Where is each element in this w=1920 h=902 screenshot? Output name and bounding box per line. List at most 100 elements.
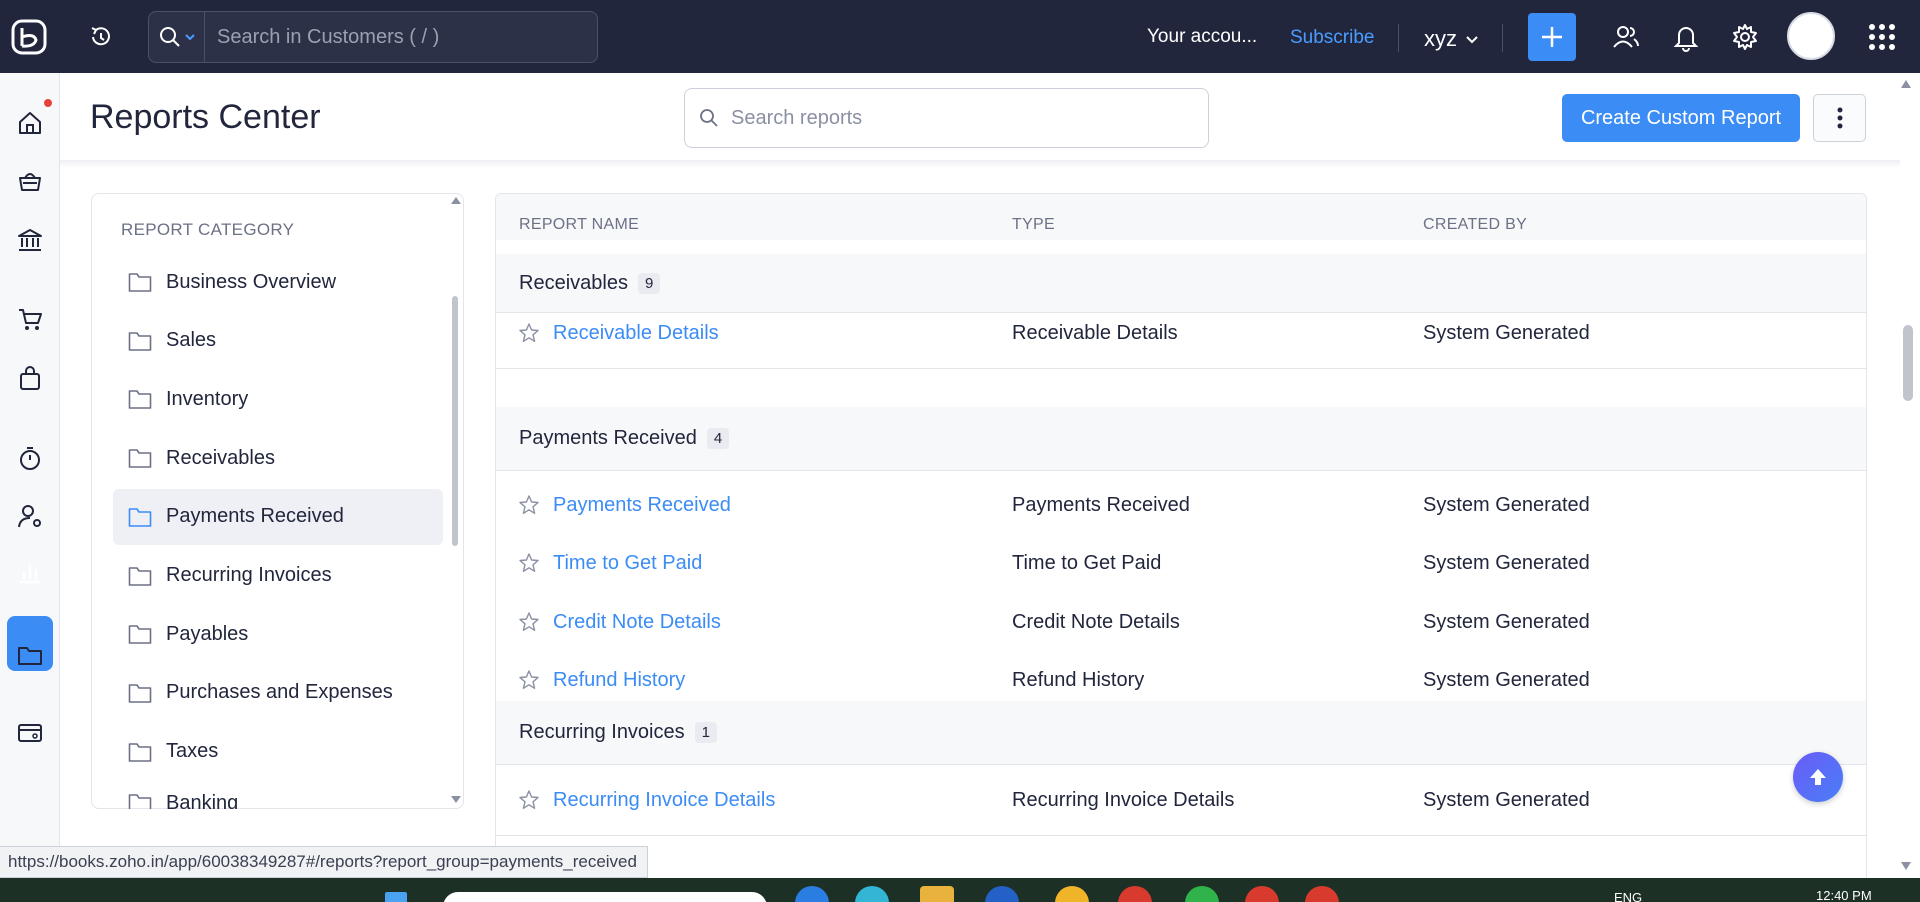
report-name-link[interactable]: Time to Get Paid [553,552,702,575]
more-options-button[interactable] [1813,94,1866,142]
favorite-star-icon[interactable] [518,552,540,574]
scroll-down-arrow-icon[interactable] [451,796,461,803]
category-item[interactable]: Payables [113,606,443,662]
org-switcher[interactable]: xyz [1424,26,1479,52]
taskbar-app-icon[interactable] [1118,886,1152,902]
favorite-star-icon[interactable] [518,789,540,811]
taskbar-app-icon[interactable] [1055,886,1089,902]
search-scope-dropdown[interactable] [149,12,205,62]
taskbar-folder-icon[interactable] [920,886,954,902]
bell-icon[interactable] [1671,22,1701,52]
kebab-menu-icon [1837,107,1842,129]
scroll-up-arrow-icon[interactable] [451,197,461,204]
documents-folder-icon[interactable] [14,639,46,671]
account-status-text[interactable]: Your accou... [1147,26,1257,48]
page-scroll-up-icon[interactable] [1901,80,1911,88]
category-item-label: Business Overview [166,270,337,293]
favorite-star-icon[interactable] [518,669,540,691]
notification-dot [44,99,52,107]
report-group-header: Payments Received 4 [496,407,1866,471]
gear-icon[interactable] [1730,22,1760,52]
favorite-star-icon[interactable] [518,494,540,516]
taskbar-clock[interactable]: 12:40 PM [1816,888,1872,902]
divider [1502,24,1503,52]
category-item[interactable]: Payments Received [113,488,443,545]
books-logo-icon[interactable] [10,18,48,56]
category-item-label: Purchases and Expenses [166,681,393,704]
category-item[interactable]: Inventory [113,371,443,427]
quick-create-button[interactable] [1528,13,1576,61]
global-search-input[interactable]: Search in Customers ( / ) [205,26,439,49]
page-scrollbar-track[interactable] [1900,75,1920,880]
taskbar-app-icon[interactable] [1185,886,1219,902]
page-scroll-down-icon[interactable] [1901,862,1911,870]
search-icon [159,27,180,47]
taskbar-language[interactable]: ENG [1614,890,1642,902]
report-search-input[interactable]: Search reports [731,107,862,130]
folder-icon [128,625,152,644]
category-item[interactable]: Sales [113,313,443,369]
folder-icon [128,390,152,410]
report-group-header: Receivables 9 [496,254,1866,313]
favorite-star-icon[interactable] [518,322,540,344]
report-name-link[interactable]: Credit Note Details [553,611,721,634]
avatar[interactable] [1787,12,1835,60]
search-icon [700,109,718,127]
category-scrollbar-thumb[interactable] [452,296,458,546]
page-scrollbar-thumb[interactable] [1903,325,1913,401]
create-custom-report-button[interactable]: Create Custom Report [1562,94,1800,142]
reports-chart-icon[interactable] [14,555,46,587]
taskbar-browser-icon[interactable] [1245,886,1279,902]
os-taskbar: ENG 12:40 PM [0,878,1920,902]
category-item[interactable]: Purchases and Expenses [113,665,443,721]
purchases-bag-icon[interactable] [14,362,46,394]
report-search-box[interactable]: Search reports [684,88,1209,148]
items-basket-icon[interactable] [14,165,46,197]
scroll-to-top-button[interactable] [1793,752,1843,802]
category-item-label: Recurring Invoices [166,564,332,586]
report-type: Credit Note Details [1012,611,1180,633]
category-item[interactable]: Banking [113,782,443,809]
global-search-box[interactable]: Search in Customers ( / ) [148,11,598,63]
category-heading: REPORT CATEGORY [121,220,295,239]
folder-icon [128,794,152,809]
category-item[interactable]: Recurring Invoices [113,548,443,604]
category-item[interactable]: Business Overview [113,254,443,310]
taskbar-search-box[interactable] [443,892,767,902]
favorite-star-icon[interactable] [518,611,540,633]
home-icon[interactable] [14,107,46,139]
payments-card-icon[interactable] [14,717,46,749]
taskbar-app-icon[interactable] [985,886,1019,902]
time-tracking-icon[interactable] [14,443,46,475]
report-group-count-badge: 9 [637,272,661,294]
category-item[interactable]: Taxes [113,724,443,780]
report-name-link[interactable]: Recurring Invoice Details [553,789,775,812]
recent-history-icon[interactable] [86,22,116,52]
apps-grid-icon[interactable] [1868,23,1896,51]
plus-icon [1542,27,1562,47]
folder-icon [128,742,152,762]
accountant-icon[interactable] [14,500,46,532]
category-item-label: Inventory [166,387,249,410]
taskbar-browser-icon[interactable] [1305,886,1339,902]
report-name-link[interactable]: Receivable Details [553,322,719,345]
category-item[interactable]: Receivables [113,430,443,486]
link-status-url: https://books.zoho.in/app/60038349287#/r… [0,846,648,878]
report-name-link[interactable]: Refund History [553,669,685,692]
report-group-name: Recurring Invoices [519,721,685,743]
column-header-created-by[interactable]: CREATED BY [1423,216,1527,234]
taskbar-app-icon[interactable] [795,886,829,902]
column-header-type[interactable]: TYPE [1012,216,1055,234]
users-icon[interactable] [1611,22,1641,52]
org-name: xyz [1424,26,1457,51]
subscribe-link[interactable]: Subscribe [1290,27,1375,49]
folder-icon [128,331,152,351]
taskbar-app-icon[interactable] [855,886,889,902]
report-group-count-badge: 4 [706,428,730,449]
report-name-link[interactable]: Payments Received [553,494,731,517]
category-item-label: Payables [166,622,249,645]
windows-start-icon[interactable] [385,892,407,902]
sales-cart-icon[interactable] [14,303,46,335]
banking-icon[interactable] [14,224,46,256]
column-header-report-name[interactable]: REPORT NAME [519,216,639,234]
